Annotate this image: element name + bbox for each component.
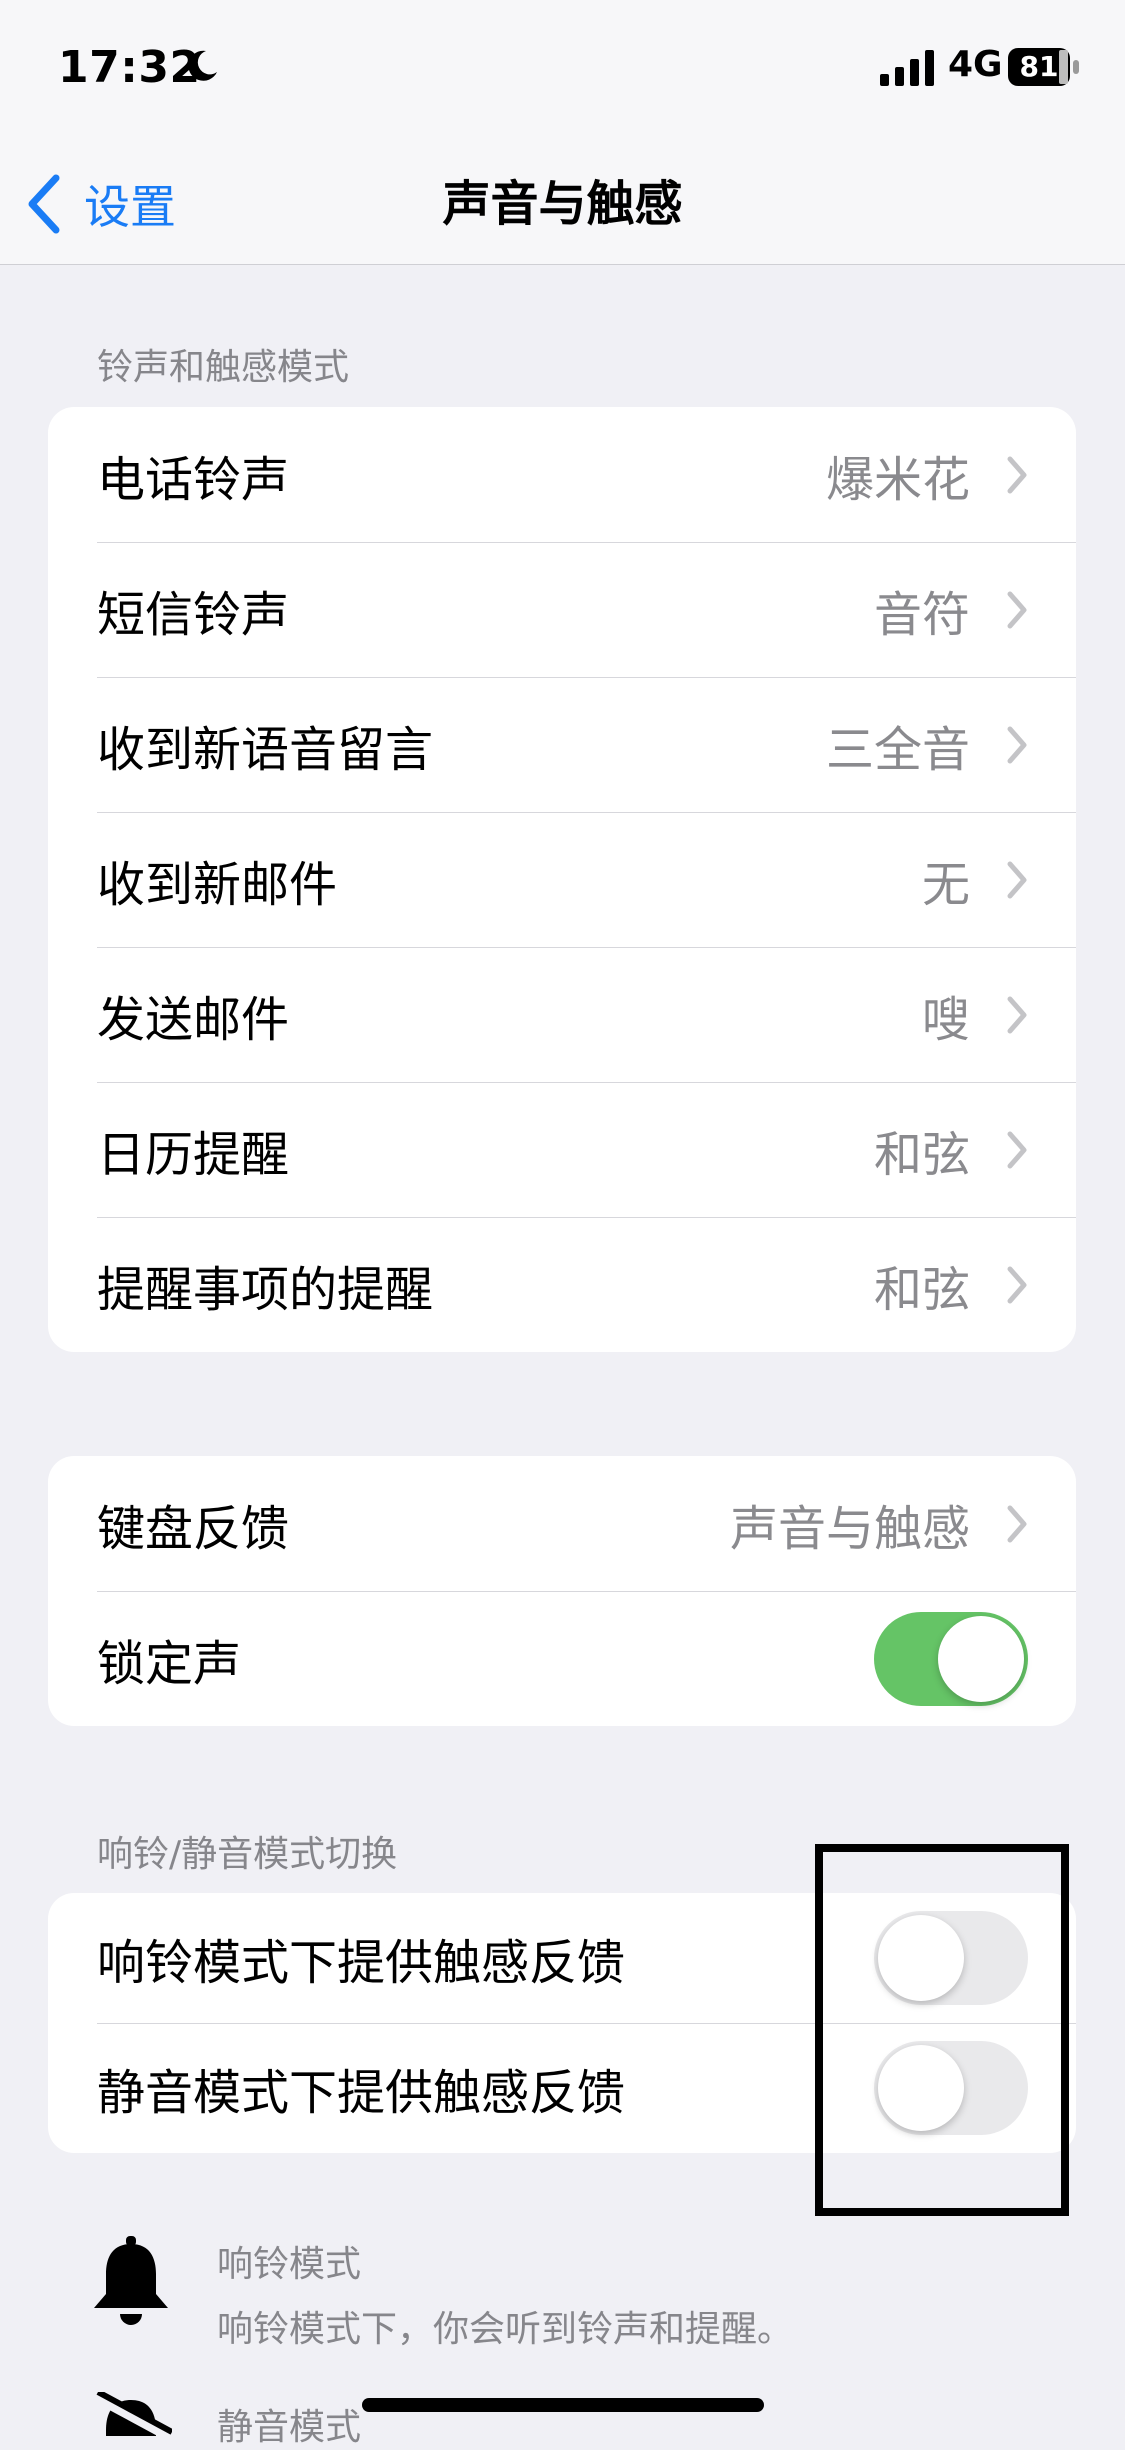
row-value: 声音与触感 [729,1500,970,1557]
chevron-left-icon [28,174,60,234]
back-button[interactable]: 设置 [24,168,176,240]
chevron-right-icon [1007,996,1027,1033]
chevron-right-icon [1007,1505,1027,1542]
row-label: 静音模式下提供触感反馈 [97,2065,626,2121]
ringtone-row-sms[interactable]: 短信铃声 音符 [48,542,1076,677]
network-type: 4G [948,44,1003,85]
row-value: 音符 [873,586,970,643]
ringtone-row-calendar[interactable]: 日历提醒 和弦 [48,1082,1076,1217]
ringtone-row-voicemail[interactable]: 收到新语音留言 三全音 [48,677,1076,812]
row-value: 三全音 [825,721,970,778]
section-header-ringtones: 铃声和触感模式 [97,347,350,388]
keyboard-group: 键盘反馈 声音与触感 锁定声 [48,1456,1076,1726]
row-label: 短信铃声 [97,586,290,643]
cellular-signal-icon [880,50,934,86]
ring-mode-title: 响铃模式 [217,2244,362,2285]
row-value: 爆米花 [825,451,970,508]
chevron-right-icon [1007,1131,1027,1168]
ringtone-row-new-mail[interactable]: 收到新邮件 无 [48,812,1076,947]
row-label: 收到新语音留言 [97,721,434,778]
toggle-knob [938,1615,1024,1702]
row-label: 键盘反馈 [97,1500,290,1557]
lock-sound-row: 锁定声 [48,1591,1076,1726]
chevron-right-icon [1007,861,1027,898]
ring-mode-description: 响铃模式下，你会听到铃声和提醒。 [217,2309,794,2350]
row-value: 和弦 [873,1261,970,1318]
chevron-right-icon [1007,456,1027,493]
chevron-right-icon [1007,591,1027,628]
chevron-right-icon [1007,726,1027,763]
row-label: 收到新邮件 [97,856,338,913]
moon-icon [188,50,217,81]
row-value: 嗖 [921,991,970,1048]
ringtone-row-reminders[interactable]: 提醒事项的提醒 和弦 [48,1217,1076,1352]
row-value: 和弦 [873,1126,970,1183]
ringtones-group: 电话铃声 爆米花 短信铃声 音符 收到新语音留言 三全音 收到新邮件 无 发送邮… [48,407,1076,1352]
row-value: 无 [921,856,970,913]
keyboard-feedback-row[interactable]: 键盘反馈 声音与触感 [48,1456,1076,1591]
ringtone-row-sent-mail[interactable]: 发送邮件 嗖 [48,947,1076,1082]
bell-icon [94,2236,168,2325]
home-indicator [362,2398,764,2412]
row-label: 提醒事项的提醒 [97,1261,434,1318]
row-label: 日历提醒 [97,1126,290,1183]
lock-sound-toggle[interactable] [874,1611,1028,1706]
highlight-box [815,1844,1069,2216]
row-label: 电话铃声 [97,451,290,508]
ringtone-row-phone[interactable]: 电话铃声 爆米花 [48,407,1076,542]
battery-percent: 81 [1019,50,1059,83]
section-header-switch: 响铃/静音模式切换 [97,1834,398,1875]
row-label: 锁定声 [97,1635,242,1692]
status-time: 17:32 [58,42,201,93]
silent-mode-title: 静音模式 [217,2407,362,2448]
back-label: 设置 [84,180,176,234]
bell-slash-icon [91,2392,172,2436]
row-label: 响铃模式下提供触感反馈 [97,1935,626,1991]
chevron-right-icon [1007,1266,1027,1303]
row-label: 发送邮件 [97,991,290,1048]
